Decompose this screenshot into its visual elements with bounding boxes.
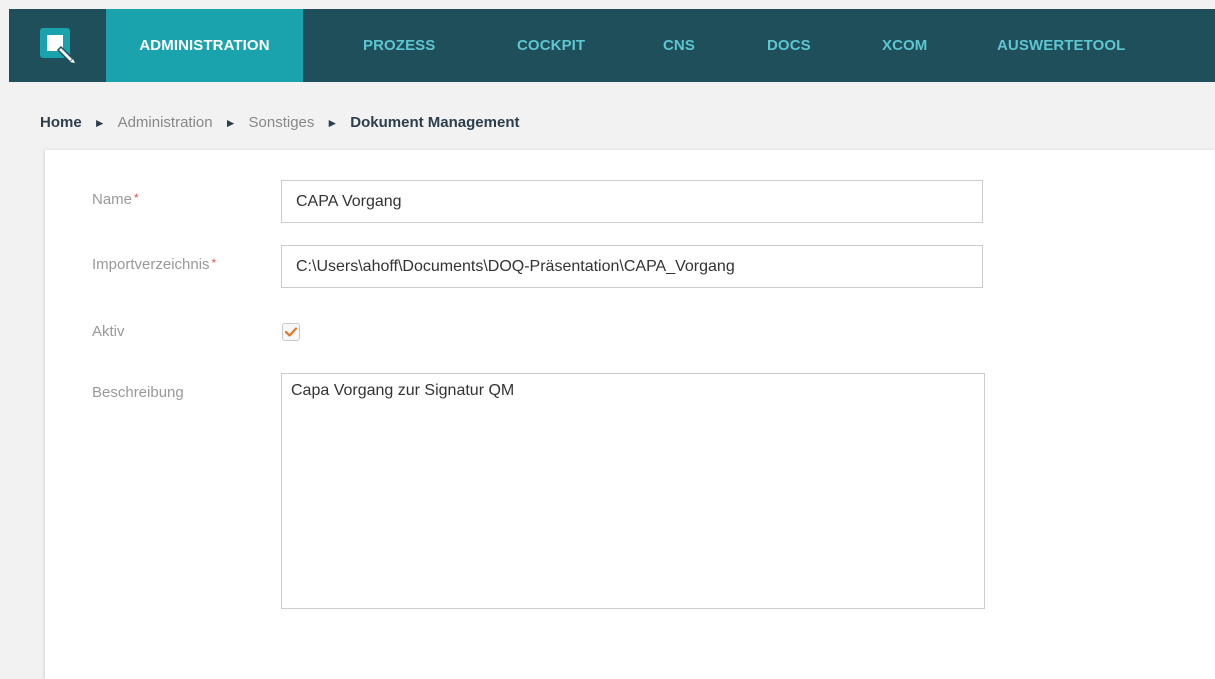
- beschreibung-label: Beschreibung: [92, 384, 184, 401]
- doq-logo-icon[interactable]: [9, 9, 106, 82]
- tab-prozess[interactable]: PROZESS: [363, 9, 435, 82]
- tab-xcom[interactable]: XCOM: [882, 9, 927, 82]
- breadcrumb-separator-icon: ►: [224, 115, 237, 130]
- tab-auswertetool[interactable]: AUSWERTETOOL: [997, 9, 1125, 82]
- breadcrumb-current: Dokument Management: [350, 114, 520, 131]
- tab-docs[interactable]: DOCS: [767, 9, 811, 82]
- aktiv-label: Aktiv: [92, 323, 125, 340]
- beschreibung-textarea[interactable]: Capa Vorgang zur Signatur QM: [281, 373, 985, 609]
- breadcrumb-administration[interactable]: Administration: [118, 114, 213, 131]
- form-panel: Name* Importverzeichnis* Aktiv Beschreib…: [45, 150, 1215, 679]
- check-icon: [285, 327, 297, 337]
- breadcrumb-home[interactable]: Home: [40, 114, 82, 131]
- top-navigation-bar: ADMINISTRATION PROZESS COCKPIT CNS DOCS …: [9, 9, 1215, 82]
- importverzeichnis-input[interactable]: [281, 245, 983, 288]
- required-marker: *: [211, 256, 217, 270]
- importverzeichnis-label: Importverzeichnis *: [92, 256, 217, 273]
- breadcrumb: Home ► Administration ► Sonstiges ► Doku…: [40, 114, 519, 131]
- name-input[interactable]: [281, 180, 983, 223]
- required-marker: *: [134, 191, 139, 205]
- aktiv-checkbox[interactable]: [282, 323, 300, 341]
- tab-administration[interactable]: ADMINISTRATION: [106, 9, 303, 82]
- tab-cns[interactable]: CNS: [663, 9, 695, 82]
- name-label: Name *: [92, 191, 139, 208]
- breadcrumb-sonstiges[interactable]: Sonstiges: [249, 114, 315, 131]
- tab-cockpit[interactable]: COCKPIT: [517, 9, 585, 82]
- breadcrumb-separator-icon: ►: [326, 115, 339, 130]
- breadcrumb-separator-icon: ►: [93, 115, 106, 130]
